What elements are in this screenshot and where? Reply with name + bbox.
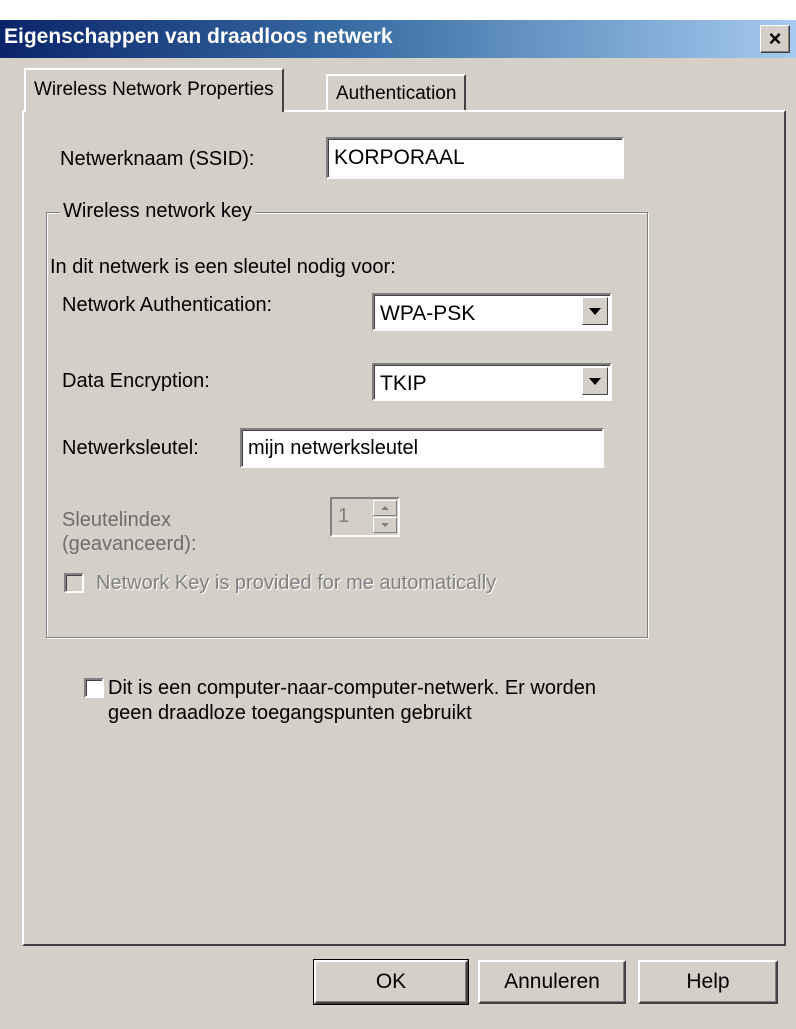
title-bar[interactable]: Eigenschappen van draadloos netwerk ×: [0, 20, 796, 58]
close-icon: ×: [768, 26, 782, 51]
close-button[interactable]: ×: [760, 25, 790, 53]
dialog-window: Eigenschappen van draadloos netwerk × Wi…: [0, 0, 796, 1029]
top-strip: [0, 0, 796, 20]
ok-button[interactable]: OK: [313, 959, 469, 1005]
cancel-button[interactable]: Annuleren: [478, 960, 626, 1004]
help-button[interactable]: Help: [638, 960, 778, 1004]
tab-authentication[interactable]: Authentication: [326, 74, 467, 112]
tab-panel: [22, 110, 786, 946]
tab-wireless-network-properties[interactable]: Wireless Network Properties: [24, 68, 284, 112]
window-title: Eigenschappen van draadloos netwerk: [4, 25, 393, 48]
